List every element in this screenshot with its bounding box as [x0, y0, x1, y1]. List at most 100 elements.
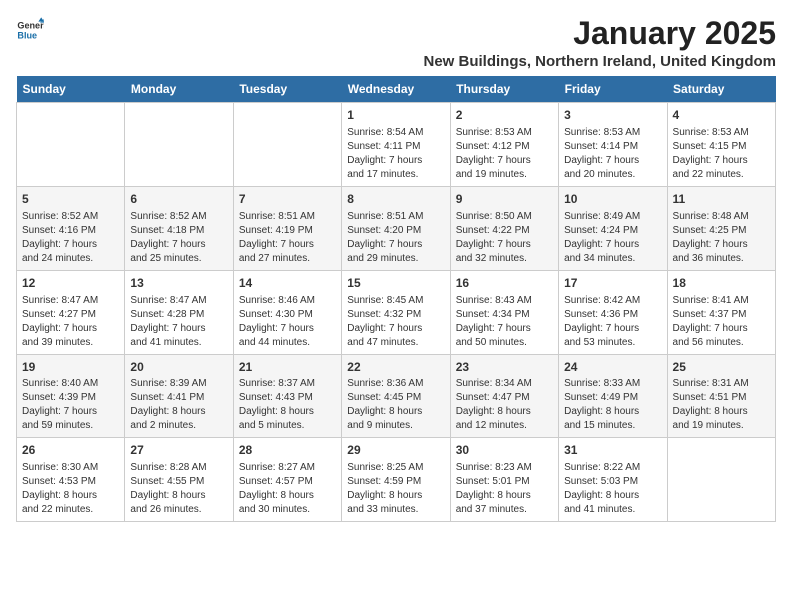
day-number: 30 [456, 442, 553, 459]
calendar-cell: 1 Sunrise: 8:54 AM Sunset: 4:11 PM Daylig… [342, 103, 450, 187]
calendar-table: SundayMondayTuesdayWednesdayThursdayFrid… [16, 76, 776, 522]
day-content: Sunrise: 8:36 AM Sunset: 4:45 PM Dayligh… [347, 377, 444, 433]
weekday-header-row: SundayMondayTuesdayWednesdayThursdayFrid… [17, 76, 776, 103]
calendar-cell: 7 Sunrise: 8:51 AM Sunset: 4:19 PM Daylig… [233, 186, 341, 270]
location-title: New Buildings, Northern Ireland, United … [423, 53, 776, 70]
weekday-header-tuesday: Tuesday [233, 76, 341, 103]
weekday-header-monday: Monday [125, 76, 233, 103]
calendar-cell: 10Sunrise: 8:49 AM Sunset: 4:24 PM Dayli… [559, 186, 667, 270]
day-content: Sunrise: 8:28 AM Sunset: 4:55 PM Dayligh… [130, 461, 227, 517]
calendar-cell: 13 Sunrise: 8:47 AM Sunset: 4:28 PM Dayli… [125, 270, 233, 354]
day-number: 17 [564, 275, 661, 292]
day-number: 18 [673, 275, 770, 292]
day-content: Sunrise: 8:39 AM Sunset: 4:41 PM Dayligh… [130, 377, 227, 433]
calendar-cell: 28Sunrise: 8:27 AM Sunset: 4:57 PM Dayli… [233, 438, 341, 522]
weekday-header-thursday: Thursday [450, 76, 558, 103]
day-number: 31 [564, 442, 661, 459]
day-number: 8 [347, 191, 444, 208]
day-number: 14 [239, 275, 336, 292]
weekday-header-sunday: Sunday [17, 76, 125, 103]
logo-icon: General Blue [16, 16, 44, 44]
day-content: Sunrise: 8:34 AM Sunset: 4:47 PM Dayligh… [456, 377, 553, 433]
day-content: Sunrise: 8:52 AM Sunset: 4:16 PM Dayligh… [22, 210, 119, 266]
day-number: 22 [347, 359, 444, 376]
calendar-cell: 18 Sunrise: 8:41 AM Sunset: 4:37 PM Dayli… [667, 270, 775, 354]
calendar-cell: 15Sunrise: 8:45 AM Sunset: 4:32 PM Dayli… [342, 270, 450, 354]
day-number: 4 [673, 107, 770, 124]
calendar-week-row: 26 Sunrise: 8:30 AM Sunset: 4:53 PM Dayli… [17, 438, 776, 522]
day-number: 12 [22, 275, 119, 292]
day-number: 6 [130, 191, 227, 208]
day-content: Sunrise: 8:40 AM Sunset: 4:39 PM Dayligh… [22, 377, 119, 433]
calendar-cell: 14 Sunrise: 8:46 AM Sunset: 4:30 PM Dayli… [233, 270, 341, 354]
month-title: January 2025 [423, 16, 776, 51]
day-number: 26 [22, 442, 119, 459]
day-content: Sunrise: 8:22 AM Sunset: 5:03 PM Dayligh… [564, 461, 661, 517]
day-content: Sunrise: 8:41 AM Sunset: 4:37 PM Dayligh… [673, 294, 770, 350]
calendar-cell: 19Sunrise: 8:40 AM Sunset: 4:39 PM Dayli… [17, 354, 125, 438]
day-content: Sunrise: 8:51 AM Sunset: 4:20 PM Dayligh… [347, 210, 444, 266]
calendar-cell: 16 Sunrise: 8:43 AM Sunset: 4:34 PM Dayli… [450, 270, 558, 354]
day-number: 5 [22, 191, 119, 208]
calendar-cell [17, 103, 125, 187]
day-content: Sunrise: 8:47 AM Sunset: 4:28 PM Dayligh… [130, 294, 227, 350]
day-number: 7 [239, 191, 336, 208]
svg-text:General: General [17, 21, 44, 31]
weekday-header-saturday: Saturday [667, 76, 775, 103]
calendar-week-row: 12 Sunrise: 8:47 AM Sunset: 4:27 PM Dayli… [17, 270, 776, 354]
svg-text:Blue: Blue [17, 30, 37, 40]
day-number: 16 [456, 275, 553, 292]
day-number: 13 [130, 275, 227, 292]
calendar-cell: 21Sunrise: 8:37 AM Sunset: 4:43 PM Dayli… [233, 354, 341, 438]
calendar-week-row: 19Sunrise: 8:40 AM Sunset: 4:39 PM Dayli… [17, 354, 776, 438]
day-content: Sunrise: 8:48 AM Sunset: 4:25 PM Dayligh… [673, 210, 770, 266]
day-number: 25 [673, 359, 770, 376]
calendar-week-row: 5 Sunrise: 8:52 AM Sunset: 4:16 PM Daylig… [17, 186, 776, 270]
calendar-cell: 27 Sunrise: 8:28 AM Sunset: 4:55 PM Dayli… [125, 438, 233, 522]
day-content: Sunrise: 8:45 AM Sunset: 4:32 PM Dayligh… [347, 294, 444, 350]
day-content: Sunrise: 8:30 AM Sunset: 4:53 PM Dayligh… [22, 461, 119, 517]
calendar-cell: 4Sunrise: 8:53 AM Sunset: 4:15 PM Daylig… [667, 103, 775, 187]
calendar-cell: 25Sunrise: 8:31 AM Sunset: 4:51 PM Dayli… [667, 354, 775, 438]
page-header: General Blue January 2025 New Buildings,… [16, 16, 776, 70]
calendar-cell: 9Sunrise: 8:50 AM Sunset: 4:22 PM Daylig… [450, 186, 558, 270]
day-content: Sunrise: 8:25 AM Sunset: 4:59 PM Dayligh… [347, 461, 444, 517]
calendar-cell: 8 Sunrise: 8:51 AM Sunset: 4:20 PM Daylig… [342, 186, 450, 270]
day-number: 10 [564, 191, 661, 208]
calendar-cell [667, 438, 775, 522]
day-content: Sunrise: 8:54 AM Sunset: 4:11 PM Dayligh… [347, 126, 444, 182]
weekday-header-friday: Friday [559, 76, 667, 103]
calendar-week-row: 1 Sunrise: 8:54 AM Sunset: 4:11 PM Daylig… [17, 103, 776, 187]
calendar-cell: 24Sunrise: 8:33 AM Sunset: 4:49 PM Dayli… [559, 354, 667, 438]
day-content: Sunrise: 8:31 AM Sunset: 4:51 PM Dayligh… [673, 377, 770, 433]
day-content: Sunrise: 8:52 AM Sunset: 4:18 PM Dayligh… [130, 210, 227, 266]
day-content: Sunrise: 8:47 AM Sunset: 4:27 PM Dayligh… [22, 294, 119, 350]
day-number: 11 [673, 191, 770, 208]
day-number: 2 [456, 107, 553, 124]
day-content: Sunrise: 8:53 AM Sunset: 4:12 PM Dayligh… [456, 126, 553, 182]
logo: General Blue [16, 16, 44, 44]
day-number: 21 [239, 359, 336, 376]
calendar-cell [125, 103, 233, 187]
calendar-cell: 29 Sunrise: 8:25 AM Sunset: 4:59 PM Dayli… [342, 438, 450, 522]
calendar-cell: 22Sunrise: 8:36 AM Sunset: 4:45 PM Dayli… [342, 354, 450, 438]
weekday-header-wednesday: Wednesday [342, 76, 450, 103]
day-content: Sunrise: 8:46 AM Sunset: 4:30 PM Dayligh… [239, 294, 336, 350]
day-number: 19 [22, 359, 119, 376]
day-number: 23 [456, 359, 553, 376]
day-number: 27 [130, 442, 227, 459]
calendar-cell: 3Sunrise: 8:53 AM Sunset: 4:14 PM Daylig… [559, 103, 667, 187]
calendar-cell: 11 Sunrise: 8:48 AM Sunset: 4:25 PM Dayli… [667, 186, 775, 270]
day-content: Sunrise: 8:33 AM Sunset: 4:49 PM Dayligh… [564, 377, 661, 433]
day-content: Sunrise: 8:51 AM Sunset: 4:19 PM Dayligh… [239, 210, 336, 266]
calendar-cell: 30Sunrise: 8:23 AM Sunset: 5:01 PM Dayli… [450, 438, 558, 522]
day-content: Sunrise: 8:43 AM Sunset: 4:34 PM Dayligh… [456, 294, 553, 350]
day-number: 20 [130, 359, 227, 376]
calendar-cell: 5 Sunrise: 8:52 AM Sunset: 4:16 PM Daylig… [17, 186, 125, 270]
calendar-cell: 23Sunrise: 8:34 AM Sunset: 4:47 PM Dayli… [450, 354, 558, 438]
day-number: 29 [347, 442, 444, 459]
calendar-cell: 31 Sunrise: 8:22 AM Sunset: 5:03 PM Dayli… [559, 438, 667, 522]
calendar-cell: 20Sunrise: 8:39 AM Sunset: 4:41 PM Dayli… [125, 354, 233, 438]
day-number: 1 [347, 107, 444, 124]
calendar-cell: 6 Sunrise: 8:52 AM Sunset: 4:18 PM Daylig… [125, 186, 233, 270]
